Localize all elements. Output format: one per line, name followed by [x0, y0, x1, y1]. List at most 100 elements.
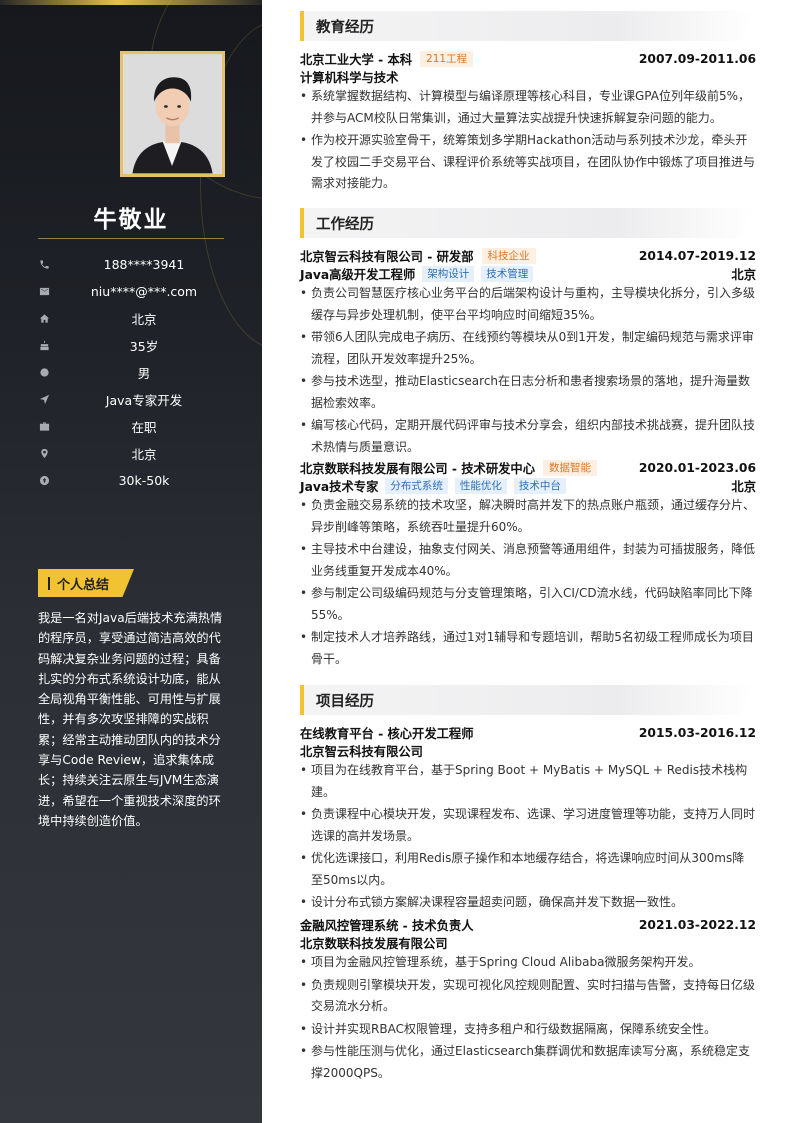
- list-item: 负责规则引擎模块开发，实现可视化风控规则配置、实时扫描与告警，支持每日亿级交易流…: [300, 975, 756, 1018]
- project-name-row: 金融风控管理系统 - 技术负责人 2021.03-2022.12: [300, 916, 756, 934]
- info-salary: 30k-50k: [38, 470, 238, 490]
- skill-tag: 架构设计: [422, 266, 475, 282]
- job-position: Java高级开发工程师: [300, 268, 416, 282]
- list-item: 参与制定公司级编码规范与分支管理策略，引入CI/CD流水线，代码缺陷率同比下降5…: [300, 583, 756, 626]
- job-company-row: 北京数联科技发展有限公司 - 技术研发中心 数据智能 2020.01-2023.…: [300, 459, 756, 477]
- major: 计算机科学与技术: [300, 71, 399, 85]
- info-gender: 男: [38, 362, 238, 382]
- heading-marker: [300, 11, 304, 41]
- gender-icon: [38, 366, 50, 378]
- skill-tag: 性能优化: [454, 478, 507, 494]
- info-value: 30k-50k: [118, 472, 170, 488]
- list-item: 参与技术选型，推动Elasticsearch在日志分析和患者搜索场景的落地，提升…: [300, 371, 756, 414]
- list-item: 设计分布式锁方案解决课程容量超卖问题，确保高并发下数据一致性。: [300, 892, 756, 914]
- project-bullets: 项目为在线教育平台，基于Spring Boot + MyBatis + MySQ…: [300, 760, 756, 915]
- main-content: 教育经历 北京工业大学 - 本科 211工程 2007.09-2011.06 计…: [262, 0, 794, 1123]
- job-position-row: Java高级开发工程师 架构设计 技术管理 北京: [300, 265, 756, 283]
- money-icon: [38, 474, 50, 486]
- education-period: 2007.09-2011.06: [638, 52, 756, 66]
- briefcase-icon: [38, 420, 50, 432]
- heading-marker: [48, 576, 50, 590]
- heading-marker: [300, 208, 304, 238]
- portrait-image: [123, 54, 222, 174]
- info-value: 188****3941: [103, 256, 185, 272]
- project-company-row: 北京智云科技有限公司: [300, 742, 756, 760]
- info-age: 35岁: [38, 335, 238, 355]
- list-item: 负责金融交易系统的技术攻坚，解决瞬时高并发下的热点账户瓶颈，通过缓存分片、异步削…: [300, 495, 756, 538]
- list-item: 参与性能压测与优化，通过Elasticsearch集群调优和数据库读写分离，系统…: [300, 1041, 756, 1084]
- school-name: 北京工业大学 - 本科: [300, 53, 413, 67]
- job-position-row: Java技术专家 分布式系统 性能优化 技术中台 北京: [300, 477, 756, 495]
- section-projects-heading: 项目经历: [300, 685, 754, 715]
- info-value: 男: [137, 365, 151, 381]
- avatar: [120, 51, 225, 177]
- list-item: 制定技术人才培养路线，通过1对1辅导和专题培训，帮助5名初级工程师成长为项目骨干…: [300, 627, 756, 670]
- project-name-row: 在线教育平台 - 核心开发工程师 2015.03-2016.12: [300, 724, 756, 742]
- job-position: Java技术专家: [300, 480, 379, 494]
- skill-tag: 分布式系统: [385, 478, 448, 494]
- list-item: 项目为在线教育平台，基于Spring Boot + MyBatis + MySQ…: [300, 760, 756, 803]
- list-item: 负责课程中心模块开发，实现课程发布、选课、学习进度管理等功能，支持万人同时选课的…: [300, 804, 756, 847]
- phone-icon: [38, 258, 50, 270]
- section-title: 项目经历: [316, 693, 374, 710]
- info-value: 在职: [131, 419, 157, 435]
- list-item: 系统掌握数据结构、计算模型与编译原理等核心科目，专业课GPA位列年级前5%，并参…: [300, 86, 756, 129]
- list-item: 设计并实现RBAC权限管理，支持多租户和行级数据隔离，保障系统安全性。: [300, 1019, 756, 1041]
- summary-title: 个人总结: [57, 577, 110, 593]
- section-title: 教育经历: [316, 19, 374, 36]
- skill-tag: 技术管理: [481, 266, 534, 282]
- list-item: 带领6人团队完成电子病历、在线预约等模块从0到1开发，制定编码规范与需求评审流程…: [300, 327, 756, 370]
- heading-marker: [300, 685, 304, 715]
- list-item: 主导技术中台建设，抽象支付网关、消息预警等通用组件，封装为可插拔服务，降低业务线…: [300, 539, 756, 582]
- education-major-row: 计算机科学与技术: [300, 68, 756, 86]
- job-bullets: 负责公司智慧医疗核心业务平台的后端架构设计与重构，主导模块化拆分，引入多级缓存与…: [300, 283, 756, 459]
- name-divider: [38, 238, 224, 239]
- info-location: 北京: [38, 443, 238, 463]
- school-tag: 211工程: [420, 51, 474, 67]
- skill-tag: 技术中台: [513, 478, 566, 494]
- project-name: 在线教育平台 - 核心开发工程师: [300, 727, 474, 741]
- company-tag: 数据智能: [543, 460, 598, 476]
- education-bullets: 系统掌握数据结构、计算模型与编译原理等核心科目，专业课GPA位列年级前5%，并参…: [300, 86, 756, 196]
- info-value: 35岁: [129, 338, 159, 354]
- job-company-row: 北京智云科技有限公司 - 研发部 科技企业 2014.07-2019.12: [300, 247, 756, 265]
- section-education-heading: 教育经历: [300, 11, 754, 41]
- location-icon: [38, 447, 50, 459]
- section-title: 工作经历: [316, 216, 374, 233]
- list-item: 作为校开源实验室骨干，统筹策划多学期Hackathon活动与系列技术沙龙，牵头开…: [300, 130, 756, 195]
- mail-icon: [38, 285, 50, 297]
- list-item: 优化选课接口，利用Redis原子操作和本地缓存结合，将选课响应时间从300ms降…: [300, 848, 756, 891]
- info-email: niu****@***.com: [38, 281, 238, 301]
- info-job-target: Java专家开发: [38, 389, 238, 409]
- send-icon: [38, 393, 50, 405]
- list-item: 负责公司智慧医疗核心业务平台的后端架构设计与重构，主导模块化拆分，引入多级缓存与…: [300, 283, 756, 326]
- info-city: 北京: [38, 308, 238, 328]
- sidebar: 牛敬业 188****3941 niu****@***.com 北京 35岁 男: [0, 0, 262, 1123]
- job-bullets: 负责金融交易系统的技术攻坚，解决瞬时高并发下的热点账户瓶颈，通过缓存分片、异步削…: [300, 495, 756, 671]
- project-bullets: 项目为金融风控管理系统，基于Spring Cloud Alibaba微服务架构开…: [300, 952, 756, 1085]
- info-value: Java专家开发: [105, 392, 183, 408]
- education-school-row: 北京工业大学 - 本科 211工程 2007.09-2011.06: [300, 50, 756, 68]
- list-item: 编写核心代码，定期开展代码评审与技术分享会，组织内部技术挑战赛，提升团队技术热情…: [300, 415, 756, 458]
- info-phone: 188****3941: [38, 254, 238, 274]
- project-period: 2021.03-2022.12: [638, 918, 756, 932]
- info-value: 北京: [131, 311, 157, 327]
- project-company: 北京智云科技有限公司: [300, 745, 423, 759]
- job-company: 北京智云科技有限公司 - 研发部: [300, 250, 474, 264]
- company-tag: 科技企业: [481, 248, 536, 264]
- job-city: 北京: [731, 480, 756, 494]
- info-status: 在职: [38, 416, 238, 436]
- profile-name: 牛敬业: [93, 207, 169, 233]
- project-company: 北京数联科技发展有限公司: [300, 937, 448, 951]
- summary-heading: 个人总结: [38, 569, 134, 597]
- job-company: 北京数联科技发展有限公司 - 技术研发中心: [300, 462, 536, 476]
- home-icon: [38, 312, 50, 324]
- project-name: 金融风控管理系统 - 技术负责人: [300, 919, 474, 933]
- summary-text: 我是一名对Java后端技术充满热情的程序员，享受通过简洁高效的代码解决复杂业务问…: [38, 611, 223, 828]
- job-city: 北京: [731, 268, 756, 282]
- job-period: 2020.01-2023.06: [638, 461, 756, 475]
- job-period: 2014.07-2019.12: [638, 249, 756, 263]
- info-value: 北京: [131, 446, 157, 462]
- cake-icon: [38, 339, 50, 351]
- project-period: 2015.03-2016.12: [638, 726, 756, 740]
